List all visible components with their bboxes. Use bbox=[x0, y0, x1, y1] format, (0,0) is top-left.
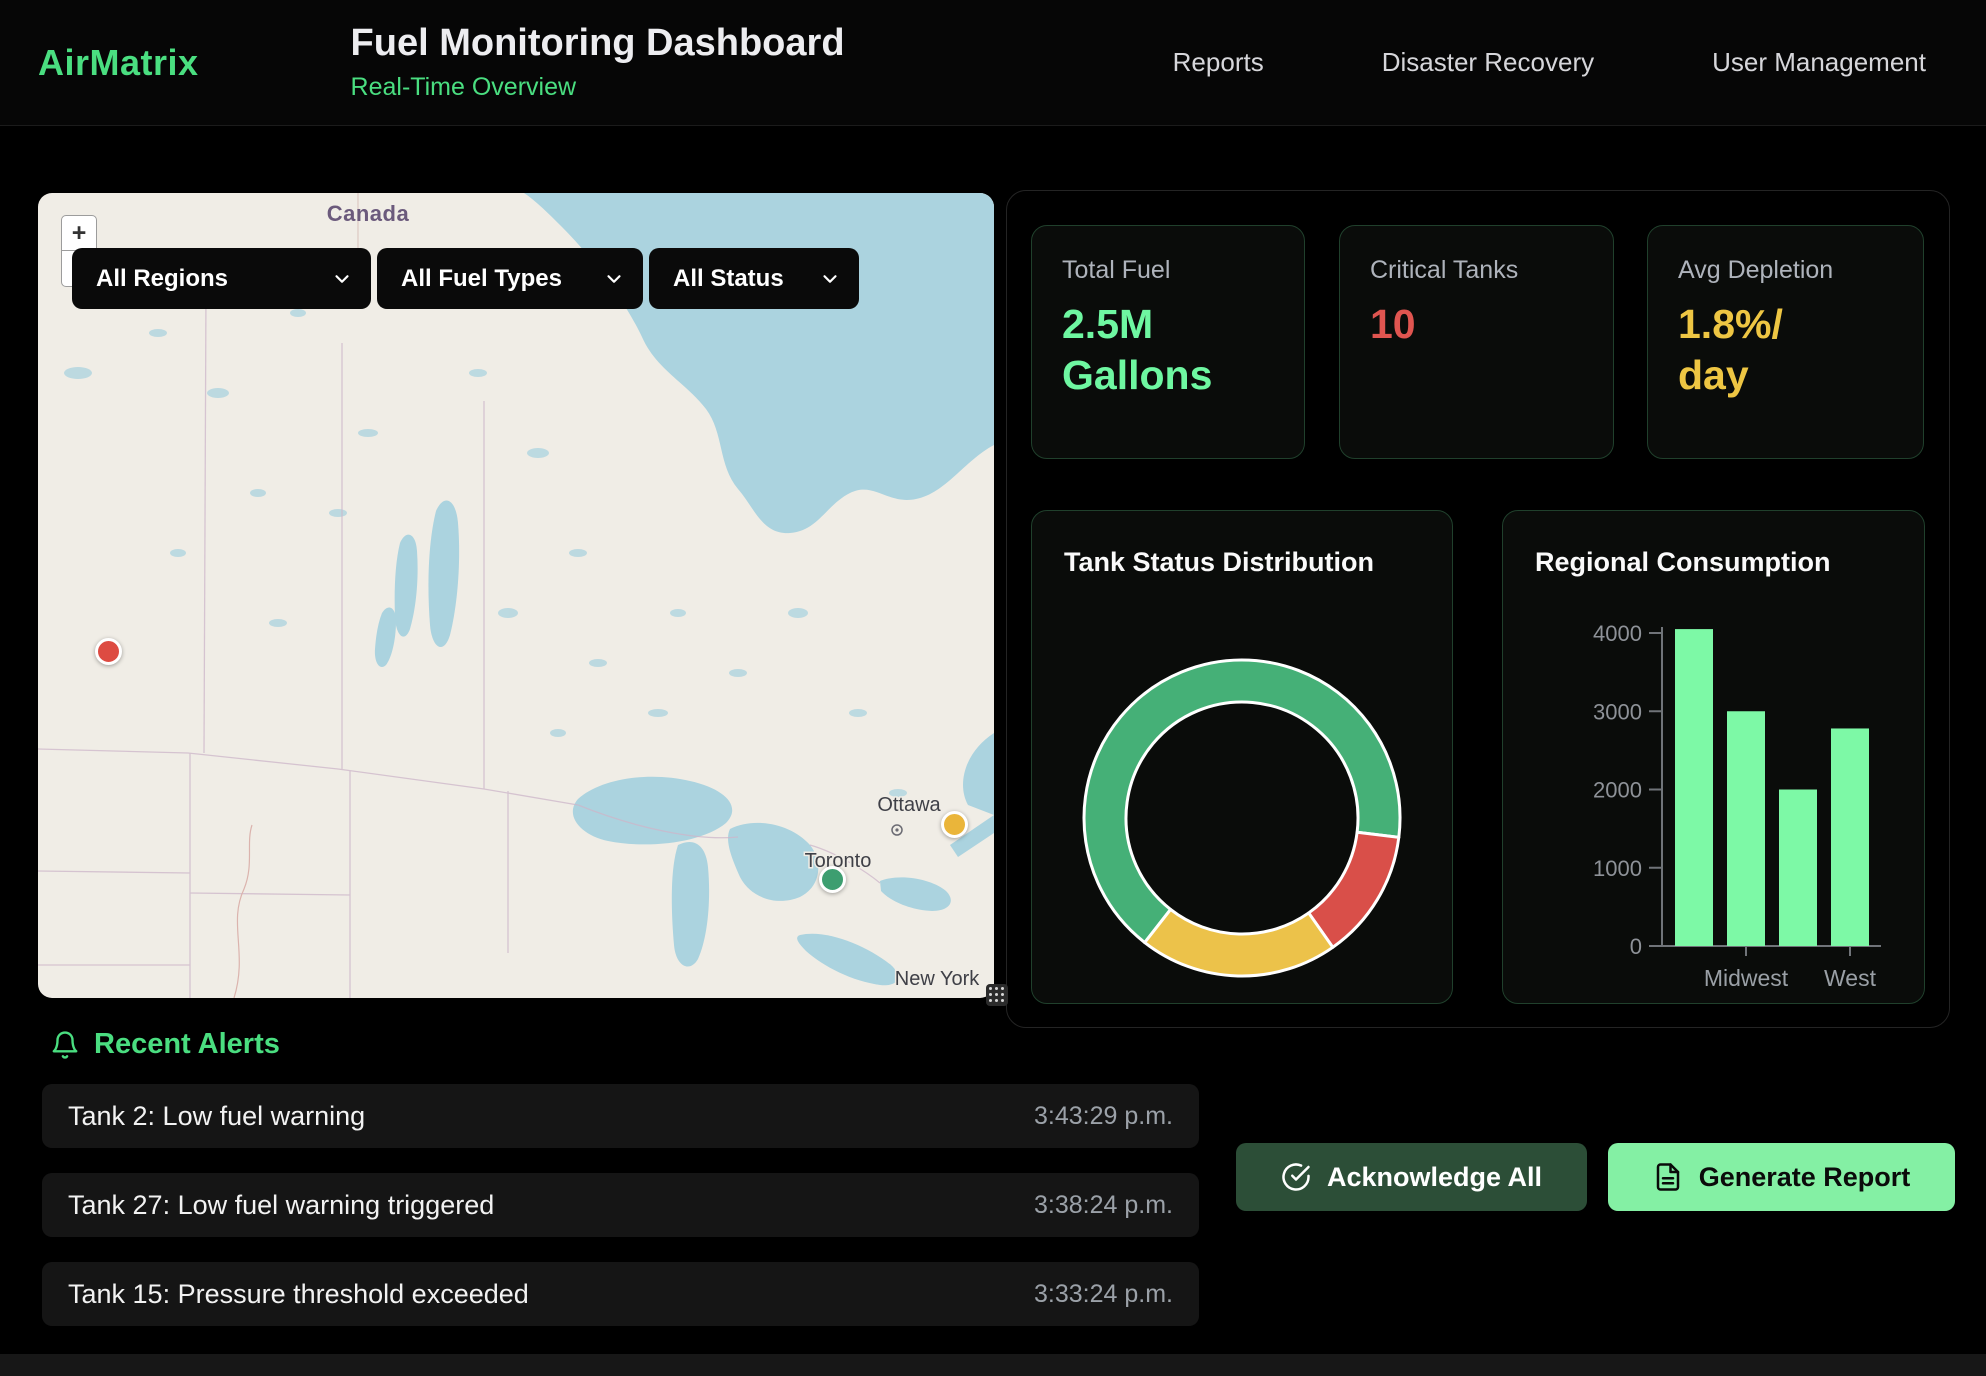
chevron-down-icon bbox=[819, 268, 841, 290]
city-symbol-icon bbox=[892, 825, 902, 835]
regional-consumption-chart-card: Regional Consumption 01000200030004000Mi… bbox=[1502, 510, 1925, 1004]
acknowledge-all-label: Acknowledge All bbox=[1327, 1162, 1542, 1193]
generate-report-label: Generate Report bbox=[1699, 1162, 1911, 1193]
generate-report-button[interactable]: Generate Report bbox=[1608, 1143, 1955, 1211]
svg-text:2000: 2000 bbox=[1593, 778, 1642, 803]
filter-regions-value: All Regions bbox=[96, 265, 228, 293]
map-canvas[interactable]: Canada Ottawa Toronto New York bbox=[38, 193, 994, 998]
regional-consumption-bar-chart: 0 1000 2000 3000 4000 Midwest West bbox=[1503, 511, 1926, 1005]
stat-card-total-fuel: Total Fuel 2.5M Gallons bbox=[1031, 225, 1305, 459]
svg-text:0: 0 bbox=[1630, 934, 1642, 959]
tank-marker-critical[interactable] bbox=[95, 638, 122, 665]
brand-logo: AirMatrix bbox=[38, 42, 199, 84]
filter-regions-select[interactable]: All Regions bbox=[72, 248, 371, 309]
app-header: AirMatrix Fuel Monitoring Dashboard Real… bbox=[0, 0, 1986, 126]
recent-alerts-header: Recent Alerts bbox=[50, 1028, 280, 1061]
tank-marker-warning[interactable] bbox=[941, 811, 968, 838]
filter-status-select[interactable]: All Status bbox=[649, 248, 859, 309]
bell-icon bbox=[50, 1030, 80, 1060]
filter-fuel-types-value: All Fuel Types bbox=[401, 265, 562, 293]
alert-message: Tank 27: Low fuel warning triggered bbox=[68, 1190, 494, 1221]
check-circle-icon bbox=[1281, 1162, 1311, 1192]
alert-message: Tank 2: Low fuel warning bbox=[68, 1101, 365, 1132]
stat-label: Avg Depletion bbox=[1678, 256, 1893, 285]
map-panel[interactable]: Canada Ottawa Toronto New York + − All R… bbox=[38, 193, 994, 998]
alert-timestamp: 3:43:29 p.m. bbox=[1034, 1102, 1173, 1131]
tank-status-donut-chart bbox=[1032, 511, 1454, 1005]
svg-text:3000: 3000 bbox=[1593, 699, 1642, 724]
document-icon bbox=[1653, 1162, 1683, 1192]
alert-timestamp: 3:38:24 p.m. bbox=[1034, 1191, 1173, 1220]
alert-timestamp: 3:33:24 p.m. bbox=[1034, 1280, 1173, 1309]
nav-item-reports[interactable]: Reports bbox=[1173, 47, 1264, 78]
footer-strip bbox=[0, 1354, 1986, 1376]
map-label-canada: Canada bbox=[327, 201, 410, 226]
alert-row[interactable]: Tank 2: Low fuel warning 3:43:29 p.m. bbox=[42, 1084, 1199, 1148]
svg-text:Midwest: Midwest bbox=[1704, 965, 1789, 991]
nav-item-user-management[interactable]: User Management bbox=[1712, 47, 1926, 78]
recent-alerts-title: Recent Alerts bbox=[94, 1028, 280, 1061]
chevron-down-icon bbox=[331, 268, 353, 290]
map-label-ottawa: Ottawa bbox=[877, 794, 941, 816]
tank-marker-normal[interactable] bbox=[819, 866, 846, 893]
stat-value: 1.8%/ day bbox=[1678, 299, 1893, 402]
stat-value: 2.5M Gallons bbox=[1062, 299, 1274, 402]
dashboard-root: AirMatrix Fuel Monitoring Dashboard Real… bbox=[0, 0, 1986, 1376]
page-title: Fuel Monitoring Dashboard bbox=[351, 23, 845, 65]
stat-value: 10 bbox=[1370, 299, 1583, 350]
stat-label: Total Fuel bbox=[1062, 256, 1274, 285]
page-subtitle: Real-Time Overview bbox=[351, 73, 845, 102]
map-resize-handle-icon[interactable] bbox=[986, 984, 1008, 1006]
zoom-in-button[interactable]: + bbox=[61, 215, 97, 251]
map-filter-bar: All Regions All Fuel Types All Status bbox=[72, 248, 859, 309]
tank-status-chart-card: Tank Status Distribution bbox=[1031, 510, 1453, 1004]
alert-message: Tank 15: Pressure threshold exceeded bbox=[68, 1279, 529, 1310]
alert-row[interactable]: Tank 15: Pressure threshold exceeded 3:3… bbox=[42, 1262, 1199, 1326]
alert-row[interactable]: Tank 27: Low fuel warning triggered 3:38… bbox=[42, 1173, 1199, 1237]
main-nav: Reports Disaster Recovery User Managemen… bbox=[1173, 47, 1926, 78]
filter-status-value: All Status bbox=[673, 265, 784, 293]
svg-text:4000: 4000 bbox=[1593, 621, 1642, 646]
map-label-new-york: New York bbox=[895, 968, 980, 990]
title-block: Fuel Monitoring Dashboard Real-Time Over… bbox=[351, 23, 845, 102]
svg-text:1000: 1000 bbox=[1593, 856, 1642, 881]
filter-fuel-types-select[interactable]: All Fuel Types bbox=[377, 248, 643, 309]
nav-item-disaster-recovery[interactable]: Disaster Recovery bbox=[1382, 47, 1594, 78]
chevron-down-icon bbox=[603, 268, 625, 290]
svg-text:West: West bbox=[1824, 965, 1877, 991]
stat-label: Critical Tanks bbox=[1370, 256, 1583, 285]
stat-card-critical-tanks: Critical Tanks 10 bbox=[1339, 225, 1614, 459]
acknowledge-all-button[interactable]: Acknowledge All bbox=[1236, 1143, 1587, 1211]
stat-card-avg-depletion: Avg Depletion 1.8%/ day bbox=[1647, 225, 1924, 459]
